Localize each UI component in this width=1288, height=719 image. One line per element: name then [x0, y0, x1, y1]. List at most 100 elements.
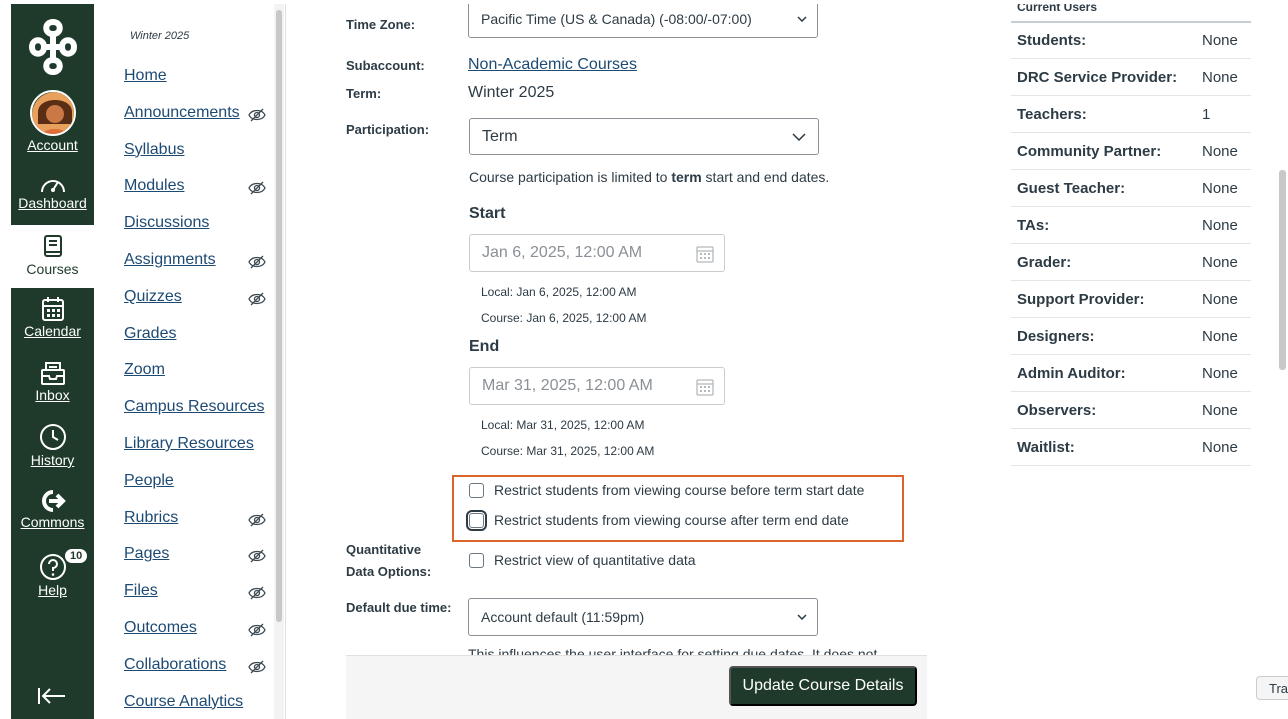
institution-logo-icon[interactable] — [24, 16, 82, 78]
course-nav-item[interactable]: Campus Resources — [124, 398, 265, 416]
collapse-nav-icon[interactable] — [37, 686, 67, 706]
table-row: Grader: None — [1011, 244, 1251, 281]
update-course-details-button[interactable]: Update Course Details — [729, 666, 917, 706]
eye-slash-icon — [248, 255, 266, 269]
course-nav-item[interactable]: Syllabus — [124, 141, 184, 159]
course-nav-item[interactable]: Assignments — [124, 251, 216, 269]
end-heading: End — [469, 338, 500, 355]
global-nav: Account Dashboard Courses Calendar Inbox — [11, 4, 94, 719]
start-course: Course: Jan 6, 2025, 12:00 AM — [481, 311, 647, 325]
course-nav-item[interactable]: Outcomes — [124, 619, 197, 637]
restrict-before-checkbox[interactable]: Restrict students from viewing course be… — [469, 482, 864, 498]
start-date-input[interactable]: Jan 6, 2025, 12:00 AM — [469, 234, 725, 272]
user-count-value: None — [1202, 32, 1238, 49]
restrict-quant-checkbox[interactable]: Restrict view of quantitative data — [469, 552, 696, 568]
course-nav-item[interactable]: Files — [124, 582, 158, 600]
user-type-label: Support Provider: — [1017, 291, 1145, 308]
user-type-label: Teachers: — [1017, 106, 1087, 123]
global-nav-account[interactable]: Account — [11, 90, 94, 153]
course-nav-item[interactable]: Library Resources — [124, 435, 254, 453]
courses-label: Courses — [26, 261, 79, 277]
commons-icon — [41, 490, 66, 512]
dashboard-icon — [40, 180, 65, 193]
global-nav-history[interactable]: History — [11, 423, 94, 468]
table-row: Community Partner: None — [1011, 133, 1251, 170]
calendar-icon[interactable] — [696, 378, 714, 396]
course-nav-scrollbar[interactable] — [274, 4, 284, 719]
course-nav-item[interactable]: Discussions — [124, 214, 209, 232]
eye-slash-icon — [248, 660, 266, 674]
global-nav-calendar[interactable]: Calendar — [11, 296, 94, 339]
user-type-label: Students: — [1017, 32, 1087, 49]
translate-tab[interactable]: Tra — [1256, 676, 1288, 700]
dashboard-label: Dashboard — [18, 195, 87, 211]
start-date-value: Jan 6, 2025, 12:00 AM — [482, 244, 643, 261]
user-count-value: None — [1202, 254, 1238, 271]
participation-label: Participation: — [346, 122, 430, 137]
course-nav-item[interactable]: Collaborations — [124, 656, 226, 674]
user-count-value: None — [1202, 69, 1238, 86]
course-nav-item[interactable]: Zoom — [124, 361, 165, 379]
table-row: TAs: None — [1011, 207, 1251, 244]
user-type-label: DRC Service Provider: — [1017, 69, 1178, 86]
global-nav-dashboard[interactable]: Dashboard — [11, 174, 94, 211]
user-count-value: None — [1202, 291, 1238, 308]
time-zone-select[interactable]: Pacific Time (US & Canada) (-08:00/-07:0… — [468, 0, 818, 38]
course-nav-item[interactable]: Grades — [124, 325, 176, 343]
top-edge — [0, 0, 1288, 4]
subaccount-link[interactable]: Non-Academic Courses — [468, 56, 637, 74]
user-count-value: None — [1202, 439, 1238, 456]
user-count-value: None — [1202, 217, 1238, 234]
due-time-select[interactable]: Account default (11:59pm) — [468, 598, 818, 636]
checkbox[interactable] — [469, 482, 484, 498]
calendar-icon[interactable] — [696, 245, 714, 263]
user-type-label: Guest Teacher: — [1017, 180, 1126, 197]
eye-slash-icon — [248, 586, 266, 600]
course-nav: Winter 2025 Home Announcements Syllabus Mod… — [94, 4, 274, 719]
eye-slash-icon — [248, 292, 266, 306]
course-nav-item[interactable]: Home — [124, 67, 167, 85]
term-label: Winter 2025 — [130, 30, 190, 42]
history-label: History — [30, 452, 75, 468]
checkbox[interactable] — [469, 552, 484, 568]
global-nav-inbox[interactable]: Inbox — [11, 360, 94, 403]
end-local: Local: Mar 31, 2025, 12:00 AM — [481, 418, 645, 432]
checkbox[interactable] — [466, 509, 487, 531]
end-date-value: Mar 31, 2025, 12:00 AM — [482, 377, 653, 394]
help-label: Help — [38, 582, 67, 598]
course-nav-item[interactable]: Modules — [124, 177, 184, 195]
table-row: Support Provider: None — [1011, 281, 1251, 318]
restrict-quant-label: Restrict view of quantitative data — [494, 552, 696, 568]
global-nav-help[interactable]: 10 Help — [11, 547, 94, 598]
course-nav-item[interactable]: Course Analytics — [124, 693, 243, 711]
eye-slash-icon — [248, 181, 266, 195]
global-nav-commons[interactable]: Commons — [11, 489, 94, 530]
table-row: Waitlist: None — [1011, 429, 1251, 466]
table-row: Guest Teacher: None — [1011, 170, 1251, 207]
restrict-after-label: Restrict students from viewing course af… — [494, 512, 849, 528]
due-time-note: This influences the user interface for s… — [468, 646, 878, 655]
book-icon — [43, 235, 62, 257]
eye-slash-icon — [248, 108, 266, 122]
term-value: Winter 2025 — [468, 84, 555, 101]
quant-label-1: Quantitative — [346, 542, 422, 557]
chevron-down-icon — [797, 614, 807, 620]
course-nav-item[interactable]: Pages — [124, 545, 169, 563]
end-date-input[interactable]: Mar 31, 2025, 12:00 AM — [469, 367, 725, 405]
course-nav-item[interactable]: Rubrics — [124, 509, 178, 527]
table-row: Admin Auditor: None — [1011, 355, 1251, 392]
user-count-value: None — [1202, 143, 1238, 160]
restrict-after-checkbox[interactable]: Restrict students from viewing course af… — [466, 509, 849, 531]
global-nav-courses[interactable]: Courses — [11, 225, 94, 288]
participation-select[interactable]: Term — [469, 118, 819, 155]
course-nav-item[interactable]: Announcements — [124, 104, 240, 122]
course-nav-item[interactable]: People — [124, 472, 174, 490]
chevron-down-icon — [792, 132, 806, 141]
quant-label-2: Data Options: — [346, 564, 432, 579]
table-row: Students: None — [1011, 22, 1251, 59]
eye-slash-icon — [248, 623, 266, 637]
page-scrollbar[interactable] — [1277, 0, 1288, 719]
eye-slash-icon — [248, 513, 266, 527]
course-nav-item[interactable]: Quizzes — [124, 288, 182, 306]
user-type-label: Grader: — [1017, 254, 1072, 271]
